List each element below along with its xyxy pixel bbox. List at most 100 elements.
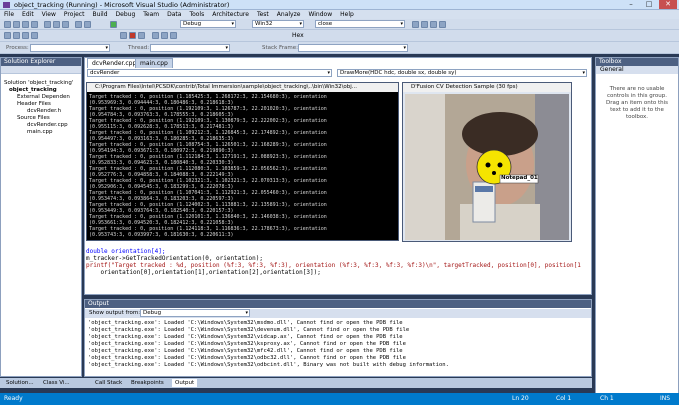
menu-help[interactable]: Help <box>336 10 358 19</box>
step-into-icon[interactable] <box>152 32 159 39</box>
comment-icon[interactable] <box>4 32 11 39</box>
menu-build[interactable]: Build <box>88 10 111 19</box>
source-files-node[interactable]: Source Files <box>17 115 50 121</box>
hex-toggle[interactable]: Hex <box>292 32 304 39</box>
outdent-icon[interactable] <box>31 32 38 39</box>
save-all-icon[interactable] <box>31 21 38 28</box>
tab-call-stack[interactable]: Call Stack <box>92 379 125 387</box>
file-dcvrender-cpp[interactable]: dcvRender.cpp <box>27 122 68 128</box>
standard-toolbar: Debug Win32 close <box>0 19 679 30</box>
platform-combo[interactable]: Win32 <box>252 20 304 28</box>
toolbox-icon[interactable] <box>439 21 446 28</box>
solution-node[interactable]: Solution 'object_tracking' <box>4 80 73 86</box>
menu-debug[interactable]: Debug <box>112 10 140 19</box>
stop-debugging-icon[interactable] <box>129 32 136 39</box>
menu-edit[interactable]: Edit <box>18 10 38 19</box>
process-combo[interactable] <box>30 44 110 52</box>
member-combo[interactable]: DrawMore(HDC hdc, double sx, double sy) <box>337 69 587 77</box>
menu-data[interactable]: Data <box>163 10 185 19</box>
toolbox-empty-message: There are no usable controls in this gro… <box>605 86 669 120</box>
configuration-combo[interactable]: Debug <box>180 20 236 28</box>
process-label: Process: <box>6 45 29 51</box>
minimize-button[interactable]: – <box>622 0 640 9</box>
status-bar: Ready Ln 20 Col 1 Ch 1 INS <box>0 393 679 405</box>
code-line-1: double orientation[4]; <box>86 248 166 255</box>
solution-explorer-toolbar <box>1 66 81 74</box>
restart-icon[interactable] <box>138 32 145 39</box>
menu-view[interactable]: View <box>38 10 60 19</box>
bottom-tab-strip: Solution... Class Vi... Call Stack Break… <box>0 378 592 388</box>
status-ready: Ready <box>4 395 23 402</box>
thread-combo[interactable] <box>150 44 230 52</box>
maximize-button[interactable]: □ <box>640 0 658 9</box>
menu-team[interactable]: Team <box>139 10 163 19</box>
scope-combo[interactable]: dcvRender <box>87 69 332 77</box>
stack-frame-label: Stack Frame: <box>262 45 298 51</box>
project-node[interactable]: object_tracking <box>9 87 57 93</box>
cv-window-title: D'Fusion CV Detection Sample (30 fps) <box>403 83 571 92</box>
show-output-label: Show output from: <box>89 310 141 316</box>
tab-breakpoints[interactable]: Breakpoints <box>128 379 167 387</box>
break-all-icon[interactable] <box>120 32 127 39</box>
find-icon[interactable] <box>412 21 419 28</box>
menu-bar: File Edit View Project Build Debug Team Data Too… <box>0 10 679 19</box>
uncomment-icon[interactable] <box>13 32 20 39</box>
tracked-target-label: Notepad_01 <box>501 175 538 181</box>
step-out-icon[interactable] <box>170 32 177 39</box>
copy-icon[interactable] <box>53 21 60 28</box>
console-output: Target tracked : 0, position (1.185425:3… <box>89 94 327 238</box>
status-insert-mode: INS <box>660 395 671 402</box>
properties-icon[interactable] <box>430 21 437 28</box>
open-icon[interactable] <box>13 21 20 28</box>
menu-project[interactable]: Project <box>60 10 89 19</box>
file-main-cpp[interactable]: main.cpp <box>27 129 53 135</box>
continue-icon[interactable] <box>110 21 117 28</box>
code-area[interactable]: double orientation[4]; m_tracker->GetTra… <box>86 248 590 292</box>
tab-main-cpp[interactable]: main.cpp <box>135 58 173 68</box>
header-files-node[interactable]: Header Files <box>17 101 51 107</box>
paste-icon[interactable] <box>62 21 69 28</box>
location-toolbar: Process: Thread: Stack Frame: <box>0 42 679 54</box>
menu-window[interactable]: Window <box>304 10 336 19</box>
menu-file[interactable]: File <box>0 10 18 19</box>
cut-icon[interactable] <box>44 21 51 28</box>
tab-dcvrender-cpp[interactable]: dcvRender.cpp <box>87 58 142 68</box>
menu-test[interactable]: Test <box>253 10 273 19</box>
close-button[interactable]: ✕ <box>659 0 677 9</box>
debug-toolbar: Hex <box>0 30 679 42</box>
tab-solution-explorer[interactable]: Solution... <box>3 379 37 387</box>
status-line: Ln 20 <box>512 395 529 402</box>
cv-detection-window[interactable]: D'Fusion CV Detection Sample (30 fps) No… <box>402 82 572 242</box>
toolbox-group-general[interactable]: General <box>596 66 678 74</box>
solution-explorer-icon[interactable] <box>421 21 428 28</box>
undo-icon[interactable] <box>75 21 82 28</box>
code-line-3: printf("Target tracked : %d, position (%… <box>86 262 581 269</box>
save-icon[interactable] <box>22 21 29 28</box>
redo-icon[interactable] <box>84 21 91 28</box>
solution-explorer: Solution Explorer Solution 'object_track… <box>0 57 82 377</box>
output-text: 'object_tracking.exe': Loaded 'C:\Window… <box>88 320 449 368</box>
visual-studio-icon <box>3 2 10 8</box>
tab-output[interactable]: Output <box>172 379 198 387</box>
find-combo[interactable]: close <box>315 20 405 28</box>
console-window[interactable]: C:\Program Files\Intel\PCSDK\contrib\Tot… <box>86 82 399 241</box>
new-project-icon[interactable] <box>4 21 11 28</box>
menu-tools[interactable]: Tools <box>185 10 208 19</box>
external-dependencies-node[interactable]: External Dependen <box>17 94 70 100</box>
tab-class-view[interactable]: Class Vi... <box>40 379 73 387</box>
stack-frame-combo[interactable] <box>298 44 408 52</box>
code-line-4: orientation[0],orientation[1],orientatio… <box>86 269 321 276</box>
window-title: object_tracking (Running) - Microsoft Vi… <box>14 1 230 9</box>
step-over-icon[interactable] <box>161 32 168 39</box>
menu-architecture[interactable]: Architecture <box>208 10 253 19</box>
indent-icon[interactable] <box>22 32 29 39</box>
menu-analyze[interactable]: Analyze <box>273 10 305 19</box>
console-title: C:\Program Files\Intel\PCSDK\contrib\Tot… <box>87 83 398 92</box>
camera-feed: Notepad_01 <box>405 94 569 240</box>
title-bar: object_tracking (Running) - Microsoft Vi… <box>0 0 679 10</box>
toolbox-title: Toolbox <box>596 58 678 66</box>
show-output-combo[interactable]: Debug <box>140 309 250 317</box>
output-title: Output <box>85 300 591 308</box>
thread-label: Thread: <box>128 45 150 51</box>
file-dcvrender-h[interactable]: dcvRender.h <box>27 108 61 114</box>
